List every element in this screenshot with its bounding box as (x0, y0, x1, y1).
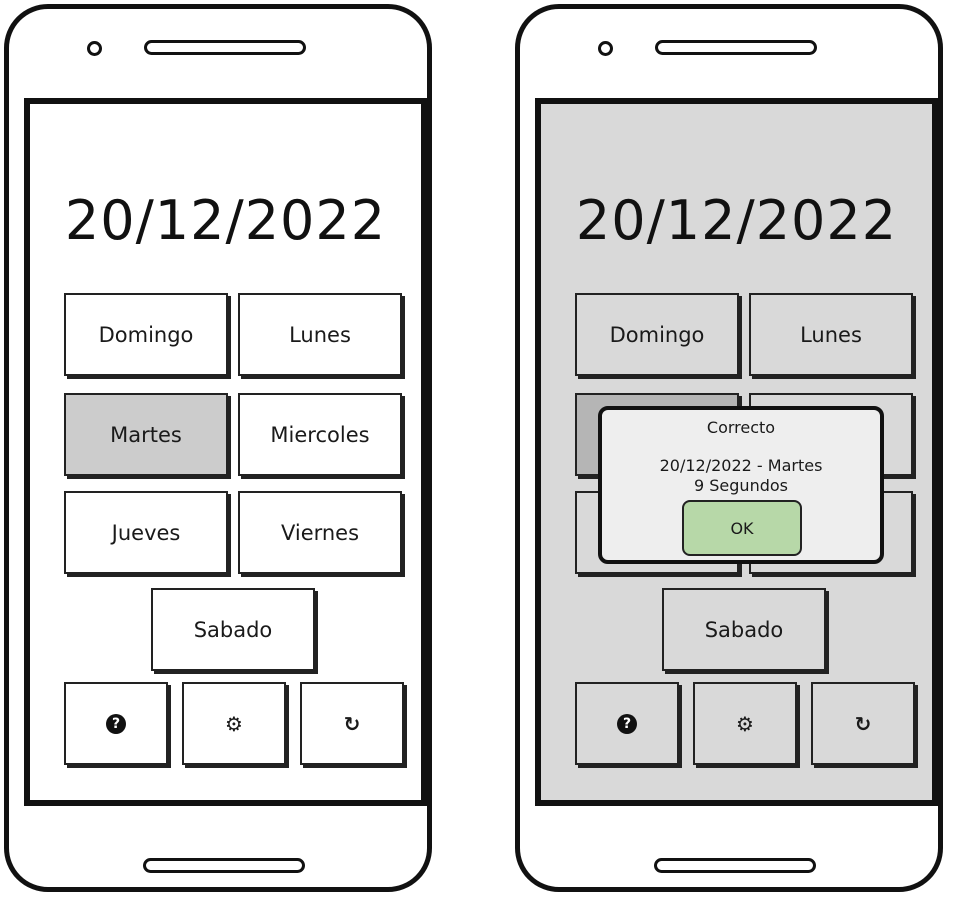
phone-frame-right: 20/12/2022 Domingo Lunes Sabado ? ⚙ ↻ Co… (515, 4, 943, 892)
settings-button[interactable]: ⚙ (182, 682, 286, 765)
day-button-viernes[interactable]: Viernes (238, 491, 402, 574)
help-button[interactable]: ? (575, 682, 679, 765)
help-icon: ? (106, 713, 126, 734)
gear-icon: ⚙ (225, 711, 243, 736)
result-dialog: Correcto 20/12/2022 - Martes 9 Segundos … (598, 406, 884, 564)
ok-button[interactable]: OK (682, 500, 802, 556)
screen-left: 20/12/2022 Domingo Lunes Martes Miercole… (24, 98, 427, 806)
refresh-button[interactable]: ↻ (811, 682, 915, 765)
dialog-title: Correcto (706, 418, 776, 437)
refresh-icon: ↻ (343, 711, 361, 736)
screen-right: 20/12/2022 Domingo Lunes Sabado ? ⚙ ↻ Co… (535, 98, 938, 806)
speaker-grille (655, 40, 817, 55)
day-button-sabado[interactable]: Sabado (662, 588, 826, 671)
day-button-domingo[interactable]: Domingo (575, 293, 739, 376)
camera-icon (598, 41, 613, 56)
home-bar (143, 858, 305, 873)
day-button-domingo[interactable]: Domingo (64, 293, 228, 376)
phone-frame-left: 20/12/2022 Domingo Lunes Martes Miercole… (4, 4, 432, 892)
day-button-sabado[interactable]: Sabado (151, 588, 315, 671)
gear-icon: ⚙ (736, 711, 754, 736)
date-display: 20/12/2022 (575, 189, 898, 252)
help-icon: ? (617, 713, 637, 734)
dialog-message-time: 9 Segundos (694, 476, 788, 495)
refresh-button[interactable]: ↻ (300, 682, 404, 765)
day-button-lunes[interactable]: Lunes (749, 293, 913, 376)
dialog-message-date: 20/12/2022 - Martes (659, 456, 823, 475)
day-button-miercoles[interactable]: Miercoles (238, 393, 402, 476)
day-button-jueves[interactable]: Jueves (64, 491, 228, 574)
camera-icon (87, 41, 102, 56)
day-button-lunes[interactable]: Lunes (238, 293, 402, 376)
help-button[interactable]: ? (64, 682, 168, 765)
refresh-icon: ↻ (854, 711, 872, 736)
home-bar (654, 858, 816, 873)
speaker-grille (144, 40, 306, 55)
date-display: 20/12/2022 (64, 189, 387, 252)
day-button-martes[interactable]: Martes (64, 393, 228, 476)
settings-button[interactable]: ⚙ (693, 682, 797, 765)
